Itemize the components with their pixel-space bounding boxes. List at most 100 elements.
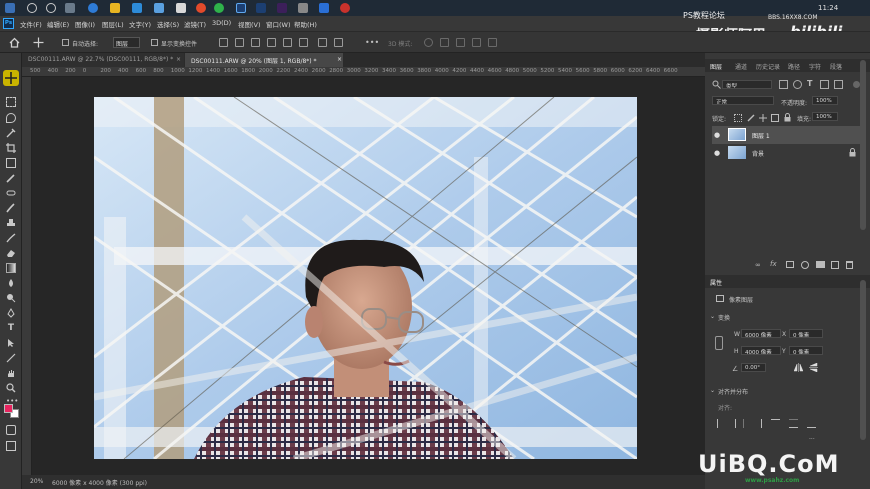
record-icon[interactable]: [340, 3, 350, 13]
move-tool-icon[interactable]: [3, 70, 19, 86]
more-options-icon[interactable]: •••: [365, 38, 379, 47]
app-icon[interactable]: [319, 3, 329, 13]
align-distribute-label[interactable]: 对齐并分布: [718, 387, 748, 396]
chrome-icon[interactable]: [196, 3, 206, 13]
flip-vertical-icon[interactable]: [809, 362, 818, 373]
menu-edit[interactable]: 编辑(E): [47, 19, 69, 29]
new-layer-icon[interactable]: [831, 261, 839, 269]
filter-shape-icon[interactable]: [820, 80, 829, 89]
layer-name[interactable]: 背景: [752, 149, 764, 158]
menu-3d[interactable]: 3D(D): [212, 19, 231, 27]
document-photo[interactable]: [94, 97, 637, 459]
doc-tab-active[interactable]: DSC00111.ARW @ 20% (图层 1, RGB/8*) *: [185, 53, 343, 67]
align-vertical-centers-icon[interactable]: [789, 419, 798, 428]
lock-paint-icon[interactable]: [747, 114, 755, 122]
x-input[interactable]: 0 像素: [789, 329, 823, 338]
add-mask-icon[interactable]: [786, 261, 794, 268]
group-folder-icon[interactable]: [816, 261, 825, 268]
align-top-icon[interactable]: [267, 38, 276, 47]
pen-tool-icon[interactable]: [6, 308, 16, 318]
lock-position-icon[interactable]: [759, 114, 767, 122]
fill-input[interactable]: 100%: [812, 112, 838, 121]
chevron-down-icon[interactable]: ⌄: [710, 387, 715, 394]
path-selection-tool-icon[interactable]: [6, 338, 16, 348]
doc-tab-inactive[interactable]: DSC00111.ARW @ 22.7% (DSC00111, RGB/8*) …: [22, 53, 184, 67]
align-left-edges-icon[interactable]: [717, 419, 726, 428]
line-tool-icon[interactable]: [6, 353, 16, 363]
close-icon[interactable]: ×: [176, 56, 181, 63]
align-right-edges-icon[interactable]: [753, 419, 762, 428]
screen-mode-icon[interactable]: [6, 441, 16, 451]
3d-slide-icon[interactable]: [472, 38, 481, 47]
y-input[interactable]: 0 像素: [789, 346, 823, 355]
task-view-icon[interactable]: [65, 3, 75, 13]
filter-type-icon[interactable]: T: [807, 79, 812, 88]
eye-icon[interactable]: ●: [714, 149, 720, 157]
home-icon[interactable]: [9, 37, 20, 48]
tab-history[interactable]: 历史记录: [756, 62, 780, 71]
menu-type[interactable]: 文字(Y): [129, 19, 151, 29]
opacity-input[interactable]: 100%: [812, 96, 838, 105]
eraser-tool-icon[interactable]: [6, 248, 16, 258]
brush-tool-icon[interactable]: [6, 203, 16, 213]
filter-pixel-icon[interactable]: [779, 80, 788, 89]
menu-help[interactable]: 帮助(H): [294, 19, 317, 29]
layer-filter-dropdown[interactable]: 类型: [722, 80, 772, 89]
taskbar-clock[interactable]: 11:24: [818, 4, 838, 12]
3d-orbit-icon[interactable]: [424, 38, 433, 47]
close-icon[interactable]: ×: [337, 56, 342, 63]
search-icon[interactable]: [27, 3, 37, 13]
height-input[interactable]: 4000 像素: [741, 346, 781, 355]
cloud-icon[interactable]: [154, 3, 164, 13]
align-middle-icon[interactable]: [283, 38, 292, 47]
zoom-level[interactable]: 20%: [30, 478, 43, 485]
quick-select-tool-icon[interactable]: [6, 128, 16, 138]
tab-paths[interactable]: 路径: [788, 62, 800, 71]
adjustment-layer-icon[interactable]: [801, 261, 809, 269]
link-dimensions-icon[interactable]: [715, 336, 723, 350]
distribute-top-icon[interactable]: [318, 38, 327, 47]
3d-pan-icon[interactable]: [456, 38, 465, 47]
flip-horizontal-icon[interactable]: [793, 363, 804, 372]
align-center-icon[interactable]: [235, 38, 244, 47]
angle-input[interactable]: 0.00°: [741, 363, 766, 372]
menu-image[interactable]: 图像(I): [75, 19, 95, 29]
folder-icon[interactable]: [110, 3, 120, 13]
tab-layers[interactable]: 图层: [710, 62, 722, 71]
frame-tool-icon[interactable]: [6, 158, 16, 168]
lock-transparent-icon[interactable]: [734, 114, 742, 122]
eye-icon[interactable]: ●: [714, 131, 720, 139]
wechat-icon[interactable]: [214, 3, 224, 13]
align-top-edges-icon[interactable]: [771, 419, 780, 428]
menu-file[interactable]: 文件(F): [20, 19, 42, 29]
3d-roll-icon[interactable]: [440, 38, 449, 47]
align-right-icon[interactable]: [251, 38, 260, 47]
tab-paragraph[interactable]: 段落: [830, 62, 842, 71]
marquee-tool-icon[interactable]: [6, 97, 16, 107]
filter-smart-object-icon[interactable]: [834, 80, 843, 89]
show-transform-checkbox[interactable]: [151, 39, 158, 46]
trash-icon[interactable]: [846, 261, 853, 269]
type-tool-icon[interactable]: T: [6, 323, 16, 333]
blend-mode-dropdown[interactable]: 正常: [712, 96, 774, 105]
properties-scrollbar[interactable]: [860, 280, 866, 440]
layer-row-selected[interactable]: ● 图层 1: [712, 126, 864, 144]
properties-title[interactable]: 属性: [710, 278, 722, 287]
eyedropper-tool-icon[interactable]: [6, 173, 16, 183]
filter-toggle-icon[interactable]: [853, 81, 860, 88]
3d-scale-icon[interactable]: [488, 38, 497, 47]
more-options-icon[interactable]: ...: [809, 434, 815, 441]
clone-stamp-tool-icon[interactable]: [6, 218, 16, 228]
cortana-icon[interactable]: [46, 3, 56, 13]
quick-mask-icon[interactable]: [6, 425, 16, 435]
mouse-app-icon[interactable]: [298, 3, 308, 13]
move-tool-options-icon[interactable]: [33, 37, 44, 48]
menu-view[interactable]: 视图(V): [238, 19, 261, 29]
zoom-tool-icon[interactable]: [6, 383, 16, 393]
transform-section-label[interactable]: 变换: [718, 313, 730, 322]
foreground-color-swatch[interactable]: [4, 404, 13, 413]
document-size[interactable]: 6000 像素 x 4000 像素 (300 ppi): [52, 478, 147, 487]
edge-icon[interactable]: [88, 3, 98, 13]
crop-tool-icon[interactable]: [6, 143, 16, 153]
store-icon[interactable]: [132, 3, 142, 13]
